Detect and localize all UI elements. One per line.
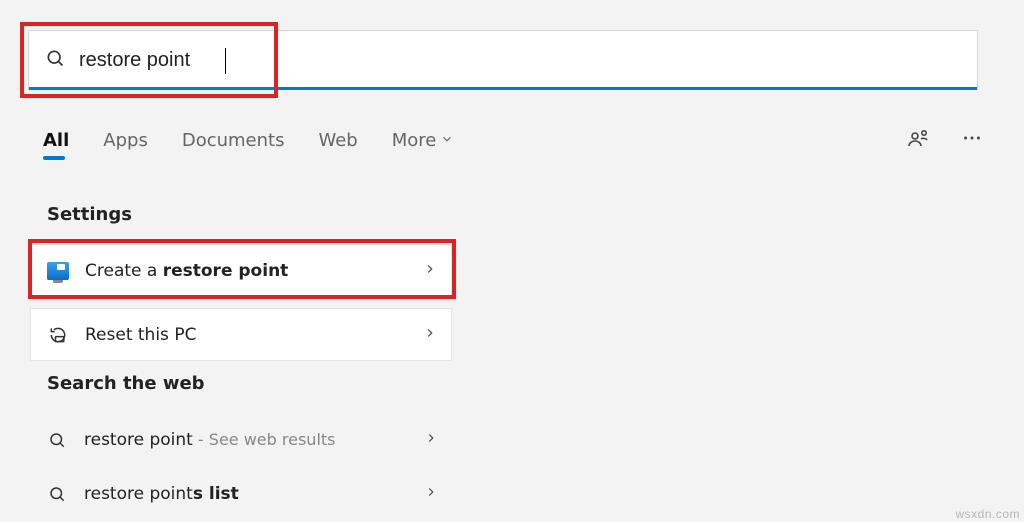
tab-label: More <box>392 130 437 151</box>
result-label: restore points list <box>84 484 239 504</box>
search-bar[interactable] <box>28 30 978 90</box>
result-label: Reset this PC <box>85 325 196 345</box>
result-web-restore-points-list[interactable]: restore points list <box>30 467 452 520</box>
tab-label: Apps <box>103 130 148 151</box>
chevron-right-icon <box>424 430 438 449</box>
result-create-restore-point[interactable]: Create a restore point <box>30 244 452 297</box>
chevron-right-icon <box>424 484 438 503</box>
search-icon <box>44 485 70 503</box>
result-label: Create a restore point <box>85 261 288 281</box>
result-label: restore point - See web results <box>84 430 336 450</box>
tab-apps[interactable]: Apps <box>103 130 148 151</box>
tab-underline <box>43 156 65 160</box>
search-input[interactable] <box>65 49 961 72</box>
section-heading-settings: Settings <box>47 204 132 225</box>
monitor-icon <box>45 262 71 280</box>
search-icon <box>45 48 65 72</box>
tab-label: All <box>43 130 69 151</box>
tabs-row: All Apps Documents Web More <box>43 126 983 154</box>
watermark: wsxdn.com <box>955 507 1020 521</box>
tab-all[interactable]: All <box>43 130 69 151</box>
result-reset-this-pc[interactable]: Reset this PC <box>30 308 452 361</box>
search-icon <box>44 431 70 449</box>
text-caret <box>225 48 226 74</box>
tab-documents[interactable]: Documents <box>182 130 285 151</box>
tab-more[interactable]: More <box>392 130 455 151</box>
reset-icon <box>45 325 71 345</box>
more-icon[interactable] <box>961 127 983 153</box>
result-web-restore-point[interactable]: restore point - See web results <box>30 413 452 466</box>
people-icon[interactable] <box>907 126 931 154</box>
chevron-right-icon <box>423 261 437 280</box>
search-underline <box>29 87 977 90</box>
tab-label: Documents <box>182 130 285 151</box>
section-heading-web: Search the web <box>47 373 205 394</box>
chevron-right-icon <box>423 325 437 344</box>
tab-label: Web <box>318 130 357 151</box>
chevron-down-icon <box>440 130 454 151</box>
tab-web[interactable]: Web <box>318 130 357 151</box>
